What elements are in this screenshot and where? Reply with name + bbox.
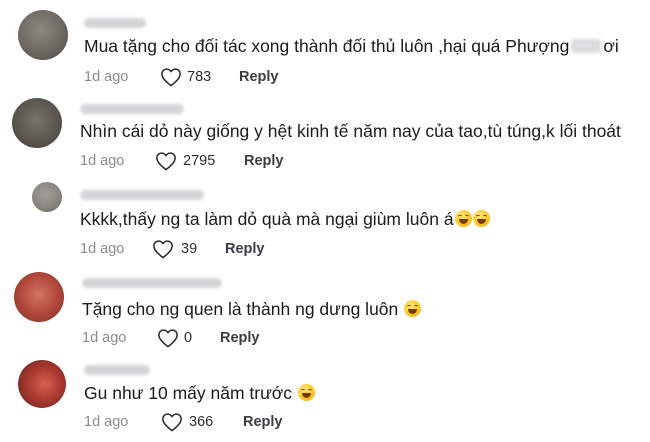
username-blurred[interactable] [84, 18, 146, 28]
avatar[interactable] [32, 182, 62, 212]
comment-meta: 1d ago 366 Reply [0, 413, 650, 433]
heart-icon[interactable] [160, 67, 182, 87]
comment-text-part: Gu như 10 mấy năm trước [84, 383, 293, 403]
rofl-emoji [454, 210, 472, 227]
rofl-emoji [472, 210, 490, 227]
username-blurred[interactable] [80, 190, 204, 200]
comment-text-part: Kkkk,thấy ng ta làm dỏ quà mà ngại giùm … [80, 209, 454, 229]
comment-text: Mua tặng cho đối tác xong thành đối thủ … [84, 35, 619, 57]
tears-of-joy-emoji [404, 300, 422, 317]
timestamp: 1d ago [84, 69, 129, 85]
reply-button[interactable]: Reply [244, 152, 284, 170]
like-count: 783 [187, 69, 212, 85]
tears-of-joy-emoji [297, 384, 315, 401]
censored-name [571, 39, 602, 53]
reply-button[interactable]: Reply [239, 68, 279, 86]
username-blurred[interactable] [82, 278, 222, 288]
comment-text-part: Mua tặng cho đối tác xong thành đối thủ … [84, 36, 570, 56]
timestamp: 1d ago [82, 330, 127, 346]
comment-text-part: Tặng cho ng quen là thành ng dưng luôn [82, 299, 399, 319]
comment-text: Gu như 10 mấy năm trước [84, 382, 315, 404]
avatar[interactable] [12, 98, 62, 148]
timestamp: 1d ago [80, 241, 125, 257]
comment-meta: 1d ago 39 Reply [0, 240, 650, 260]
comment-meta: 1d ago 0 Reply [0, 329, 650, 349]
timestamp: 1d ago [80, 153, 125, 169]
comment-text-part: Nhìn cái dỏ này giống y hệt kinh tế năm … [80, 121, 621, 141]
comment-text: Kkkk,thấy ng ta làm dỏ quà mà ngại giùm … [80, 208, 490, 230]
heart-icon[interactable] [157, 328, 179, 348]
avatar[interactable] [18, 10, 68, 60]
reply-button[interactable]: Reply [225, 240, 265, 258]
like-count: 366 [189, 414, 214, 430]
like-count: 39 [181, 241, 198, 257]
reply-button[interactable]: Reply [243, 413, 283, 431]
comment-text: Tặng cho ng quen là thành ng dưng luôn [82, 298, 422, 320]
comment-text: Nhìn cái dỏ này giống y hệt kinh tế năm … [80, 120, 621, 142]
like-count: 2795 [183, 153, 216, 169]
avatar[interactable] [18, 360, 66, 408]
reply-button[interactable]: Reply [220, 329, 260, 347]
comment-meta: 1d ago 783 Reply [0, 68, 650, 88]
timestamp: 1d ago [84, 414, 129, 430]
comment-text-part: ơi [603, 36, 619, 56]
like-count: 0 [184, 330, 193, 346]
heart-icon[interactable] [155, 151, 177, 171]
heart-icon[interactable] [152, 239, 174, 259]
avatar[interactable] [14, 272, 64, 322]
comment-meta: 1d ago 2795 Reply [0, 152, 650, 172]
username-blurred[interactable] [80, 104, 184, 114]
heart-icon[interactable] [161, 412, 183, 432]
username-blurred[interactable] [84, 365, 150, 375]
